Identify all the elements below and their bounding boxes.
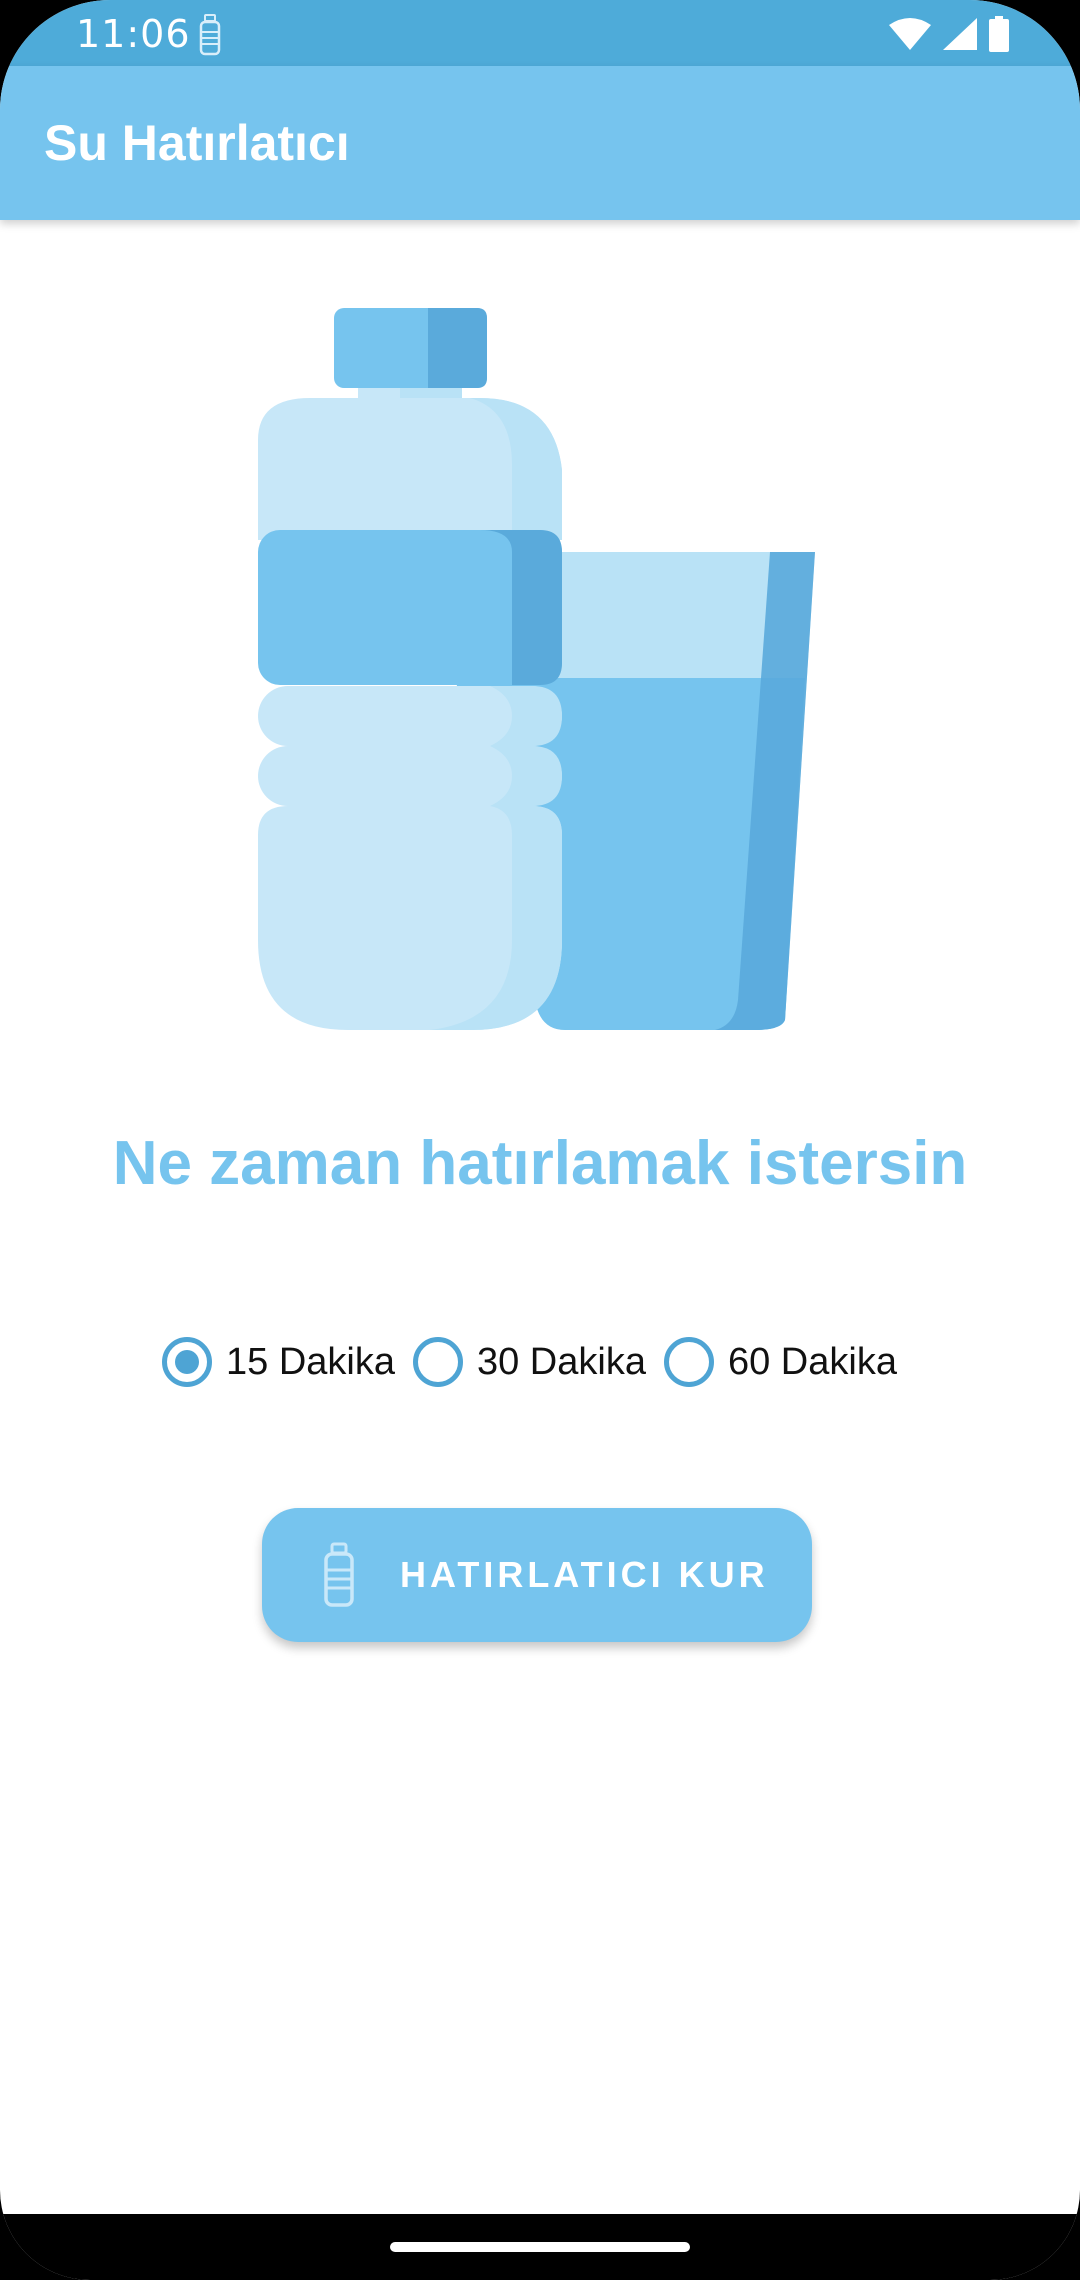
bottle-illustration: [258, 308, 562, 1030]
radio-option-15[interactable]: 15 Dakika: [162, 1337, 395, 1387]
set-reminder-button[interactable]: HATIRLATICI KUR: [262, 1508, 812, 1642]
signal-icon: [943, 18, 977, 50]
home-gesture-handle[interactable]: [390, 2242, 690, 2252]
status-icons: [888, 16, 1010, 52]
battery-icon: [989, 16, 1009, 52]
interval-radio-group: 15 Dakika 30 Dakika 60 Dakika: [162, 1330, 915, 1394]
radio-label: 60 Dakika: [727, 1340, 897, 1383]
radio-label: 30 Dakika: [476, 1340, 646, 1383]
radio-label: 15 Dakika: [226, 1340, 395, 1383]
app-bar: Su Hatırlatıcı: [0, 66, 1080, 220]
app-screen: 11:06 Su Hatırlatıcı Ne zaman hatırlamak…: [0, 0, 1080, 2280]
radio-button[interactable]: [663, 1337, 714, 1387]
app-title: Su Hatırlatıcı: [44, 115, 350, 171]
bottle-notification-icon: [199, 14, 221, 56]
radio-button[interactable]: [412, 1337, 463, 1387]
bottle-icon: [324, 1542, 354, 1607]
radio-option-60[interactable]: 60 Dakika: [663, 1337, 897, 1387]
navigation-bar: [0, 2214, 1080, 2280]
radio-button-checked[interactable]: [162, 1337, 212, 1387]
radio-option-30[interactable]: 30 Dakika: [412, 1337, 646, 1387]
status-bar: 11:06: [0, 0, 1080, 66]
wifi-icon: [889, 18, 931, 50]
reminder-question: Ne zaman hatırlamak istersin: [112, 1129, 968, 1198]
set-reminder-label: HATIRLATICI KUR: [400, 1554, 769, 1595]
water-bottle-and-glass-illustration: [258, 308, 815, 1030]
status-time: 11:06: [76, 12, 191, 56]
